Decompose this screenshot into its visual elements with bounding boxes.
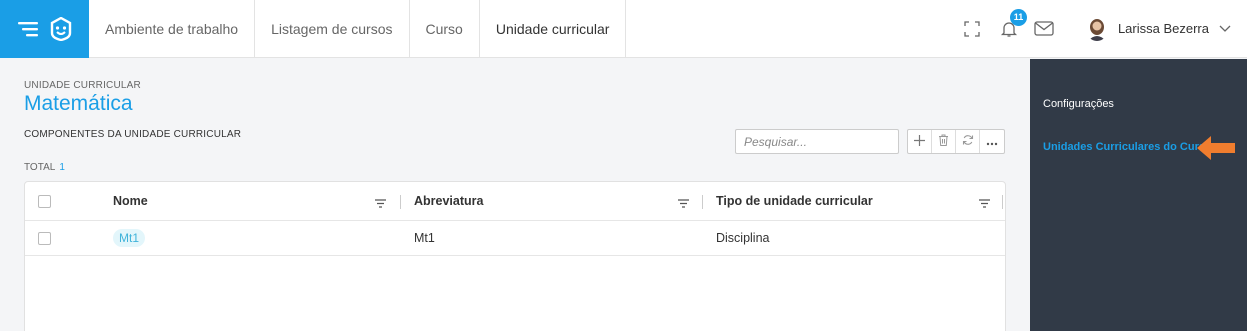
refresh-button[interactable] <box>956 130 980 153</box>
components-table: Nome Abreviatura Tipo de unidade curricu… <box>24 181 1006 331</box>
top-bar: Ambiente de trabalho Listagem de cursos … <box>0 0 1247 58</box>
topbar-actions: 11 Larissa Bezerra <box>964 0 1247 57</box>
menu-icon[interactable] <box>17 21 38 37</box>
row-nome: Mt1 <box>113 229 146 247</box>
tab-listagem-de-cursos[interactable]: Listagem de cursos <box>255 0 410 57</box>
more-button[interactable] <box>980 130 1004 153</box>
select-all-checkbox[interactable] <box>38 194 51 208</box>
arrow-left-icon <box>1197 136 1235 165</box>
refresh-icon <box>962 133 974 151</box>
tab-ambiente-de-trabalho[interactable]: Ambiente de trabalho <box>89 0 256 57</box>
bell-icon[interactable]: 11 <box>1000 8 1027 38</box>
breadcrumb-tabs: Ambiente de trabalho Listagem de cursos … <box>89 0 627 57</box>
page-title: Matemática <box>24 92 133 115</box>
page-overline: UNIDADE CURRICULAR <box>24 80 141 91</box>
column-separator[interactable] <box>702 195 703 209</box>
mail-icon[interactable] <box>1034 21 1054 36</box>
row-tipo: Disciplina <box>716 231 770 245</box>
filter-icon[interactable] <box>375 195 386 213</box>
table-row[interactable]: Mt1 Mt1 Disciplina <box>25 221 1005 256</box>
tab-curso[interactable]: Curso <box>410 0 480 57</box>
nome-link[interactable]: Mt1 <box>113 229 146 247</box>
column-header-nome[interactable]: Nome <box>113 194 148 208</box>
main-content: UNIDADE CURRICULAR Matemática COMPONENTE… <box>0 59 1030 331</box>
column-separator[interactable] <box>400 195 401 209</box>
trash-icon <box>938 133 949 151</box>
logo-icon[interactable] <box>50 17 72 41</box>
delete-button[interactable] <box>932 130 956 153</box>
add-button[interactable] <box>908 130 932 153</box>
total-count: TOTAL 1 <box>24 162 65 173</box>
row-abreviatura: Mt1 <box>414 231 435 245</box>
chevron-down-icon[interactable] <box>1219 25 1231 33</box>
app-logo-block <box>0 0 89 58</box>
more-icon <box>986 133 998 151</box>
row-checkbox[interactable] <box>38 231 51 245</box>
user-name[interactable]: Larissa Bezerra <box>1118 21 1209 36</box>
total-value: 1 <box>59 162 65 173</box>
filter-icon[interactable] <box>678 195 689 213</box>
section-title: COMPONENTES DA UNIDADE CURRICULAR <box>24 129 242 140</box>
fullscreen-icon[interactable] <box>964 20 980 37</box>
total-label: TOTAL <box>24 162 56 173</box>
table-toolbar <box>907 129 1005 154</box>
column-header-tipo[interactable]: Tipo de unidade curricular <box>716 194 873 208</box>
search-input[interactable] <box>735 129 899 154</box>
notification-badge: 11 <box>1009 8 1027 26</box>
filter-icon[interactable] <box>979 195 990 213</box>
sidebar-item-configuracoes[interactable]: Configurações <box>1043 98 1114 110</box>
right-sidebar: Configurações Unidades Curriculares do C… <box>1030 59 1247 331</box>
sidebar-item-unidades-curriculares[interactable]: Unidades Curriculares do Curso <box>1043 141 1212 153</box>
avatar[interactable] <box>1085 16 1108 41</box>
plus-icon <box>914 133 925 151</box>
tab-unidade-curricular[interactable]: Unidade curricular <box>480 0 627 57</box>
column-separator[interactable] <box>1002 195 1003 209</box>
table-header: Nome Abreviatura Tipo de unidade curricu… <box>25 182 1005 221</box>
column-header-abreviatura[interactable]: Abreviatura <box>414 194 483 208</box>
